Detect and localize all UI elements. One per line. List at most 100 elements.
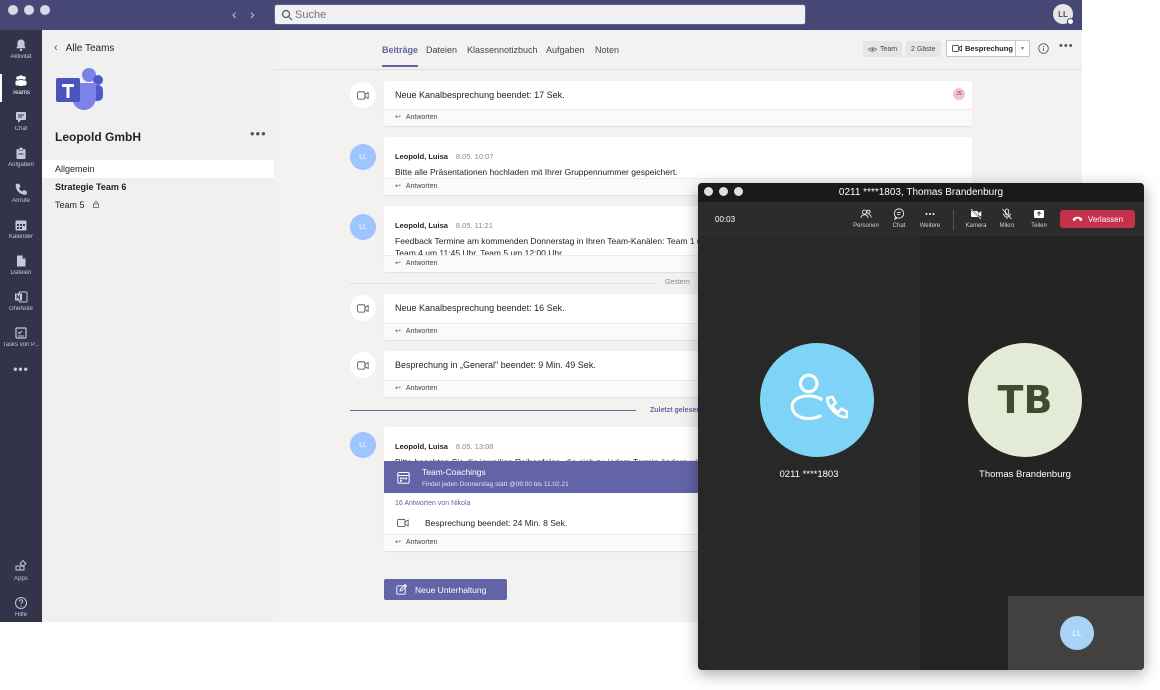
- back-arrow-icon[interactable]: ‹: [232, 6, 237, 22]
- mic-off-icon: [1002, 208, 1012, 220]
- files-icon: [17, 255, 26, 267]
- all-teams-link[interactable]: ‹ Alle Teams: [54, 42, 114, 54]
- new-conversation-button[interactable]: Neue Unterhaltung: [384, 579, 507, 600]
- author-avatar[interactable]: LL: [350, 144, 376, 170]
- team-pill-label: Team: [880, 45, 898, 53]
- chevron-down-icon[interactable]: ▾: [1015, 41, 1029, 56]
- search-input[interactable]: [295, 7, 795, 23]
- rail-label: Teams: [12, 90, 30, 96]
- call-window: 0211 ****1803, Thomas Brandenburg 00:03 …: [698, 183, 1144, 670]
- meeting-ended-text: Besprechung beendet: 24 Min. 8 Sek.: [425, 518, 568, 528]
- tab-grades[interactable]: Noten: [595, 45, 619, 55]
- teams-icon: [15, 75, 27, 86]
- status-dot-icon: [1067, 18, 1074, 25]
- chevron-left-icon: ‹: [54, 42, 58, 54]
- reply-label: Antworten: [405, 328, 438, 335]
- team-pill[interactable]: Team: [863, 41, 903, 57]
- chat-icon: [16, 112, 26, 123]
- calendar-icon: [15, 220, 27, 231]
- call-window-minimize-button[interactable]: [719, 187, 728, 196]
- last-read-label: Zuletzt gelesen: [650, 407, 701, 414]
- channel-tabs: Beiträge Dateien Klassennotizbuch Aufgab…: [274, 30, 1082, 70]
- reply-label: Antworten: [405, 260, 438, 267]
- call-window-close-button[interactable]: [704, 187, 713, 196]
- phone-caller-name: 0211 ****1803: [779, 469, 839, 480]
- rail-item-help[interactable]: Hilfe: [0, 592, 42, 622]
- forward-arrow-icon[interactable]: ›: [250, 6, 255, 22]
- rail-label: Hilfe: [14, 612, 27, 618]
- more-actions-button[interactable]: Weitere: [912, 208, 948, 229]
- participants-button[interactable]: Personen: [848, 208, 884, 229]
- camera-off-icon: [970, 208, 982, 220]
- tab-posts[interactable]: Beiträge: [382, 45, 419, 67]
- rail-label: Chat: [14, 126, 28, 132]
- tab-assignments[interactable]: Aufgaben: [546, 45, 585, 55]
- search-box[interactable]: [274, 4, 806, 25]
- replies-link[interactable]: 16 Antworten von Nikola: [395, 500, 471, 507]
- reply-label: Antworten: [405, 539, 438, 546]
- video-camera-icon: [952, 45, 962, 52]
- rail-item-teams[interactable]: Teams: [0, 70, 42, 104]
- rail-item-apps[interactable]: Apps: [0, 556, 42, 590]
- window-zoom-button[interactable]: [40, 5, 50, 15]
- author-avatar[interactable]: LL: [350, 432, 376, 458]
- rail-item-planner[interactable]: Tasks von P...: [0, 322, 42, 356]
- team-more-button[interactable]: •••: [250, 126, 267, 141]
- meeting-ended-icon: [350, 352, 376, 378]
- meeting-ended-icon: [350, 295, 376, 321]
- rail-item-calls[interactable]: Anrufe: [0, 178, 42, 212]
- tab-files[interactable]: Dateien: [426, 45, 457, 55]
- rail-item-files[interactable]: Dateien: [0, 250, 42, 284]
- help-icon: [15, 597, 27, 609]
- new-conversation-label: Neue Unterhaltung: [415, 584, 487, 595]
- reply-button[interactable]: ↩ Antworten: [384, 109, 972, 126]
- user-avatar[interactable]: LL: [1053, 4, 1074, 25]
- toolbar-separator: [953, 210, 954, 230]
- rail-item-calendar[interactable]: Kalender: [0, 214, 42, 248]
- reply-arrow-icon: ↩: [395, 385, 401, 392]
- team-name: Leopold GmbH: [55, 130, 141, 144]
- rail-item-assignments[interactable]: Aufgaben: [0, 142, 42, 176]
- channel-label: Team 5: [55, 200, 85, 210]
- more-options-icon[interactable]: •••: [1059, 40, 1074, 52]
- leave-call-button[interactable]: Verlassen: [1060, 210, 1135, 228]
- window-minimize-button[interactable]: [24, 5, 34, 15]
- window-close-button[interactable]: [8, 5, 18, 15]
- rail-item-chat[interactable]: Chat: [0, 106, 42, 140]
- rail-more-button[interactable]: •••: [0, 362, 42, 396]
- app-rail: Aktivität Teams Chat Aufgaben Anrufe Kal…: [0, 30, 42, 622]
- planner-icon: [15, 327, 27, 339]
- team-logo-icon: [56, 68, 103, 110]
- call-window-zoom-button[interactable]: [734, 187, 743, 196]
- channel-general[interactable]: Allgemein: [42, 160, 274, 178]
- eye-icon: [868, 47, 877, 51]
- compose-icon: [396, 584, 407, 595]
- message-author: Leopold, Luisa: [395, 221, 448, 230]
- rail-item-onenote[interactable]: OneNote: [0, 286, 42, 320]
- participant-avatar: TB: [968, 343, 1082, 457]
- meet-button[interactable]: Besprechung ▾: [946, 40, 1030, 57]
- rail-label: Aufgaben: [8, 162, 34, 168]
- team-sidebar: ‹ Alle Teams Leopold GmbH ••• Allgemein …: [42, 30, 274, 622]
- hang-up-icon: [1072, 216, 1083, 222]
- channel-strategie-team-6[interactable]: Strategie Team 6: [42, 178, 274, 196]
- message-card[interactable]: Neue Kanalbesprechung beendet: 17 Sek. J…: [384, 81, 972, 126]
- lock-icon: [93, 201, 99, 208]
- guests-pill[interactable]: 2 Gäste: [906, 41, 941, 57]
- channel-team-5[interactable]: Team 5: [42, 196, 274, 214]
- reply-label: Antworten: [405, 114, 438, 121]
- last-read-divider-line: [350, 410, 636, 411]
- share-button[interactable]: Teilen: [1021, 208, 1057, 229]
- rail-label: Tasks von P...: [2, 342, 40, 348]
- rail-item-activity[interactable]: Aktivität: [0, 34, 42, 68]
- tab-class-notebook[interactable]: Klassennotizbuch: [467, 45, 538, 55]
- author-avatar[interactable]: LL: [350, 214, 376, 240]
- mic-toggle[interactable]: Mikro: [989, 208, 1025, 229]
- toolbar-label: Personen: [853, 223, 879, 229]
- rail-label: Anrufe: [12, 198, 30, 204]
- leave-call-label: Verlassen: [1087, 214, 1124, 224]
- info-icon[interactable]: [1038, 43, 1049, 54]
- self-view-tile[interactable]: LL: [1008, 596, 1144, 670]
- toolbar-label: Mikro: [999, 223, 1015, 229]
- channel-label: Allgemein: [55, 164, 95, 174]
